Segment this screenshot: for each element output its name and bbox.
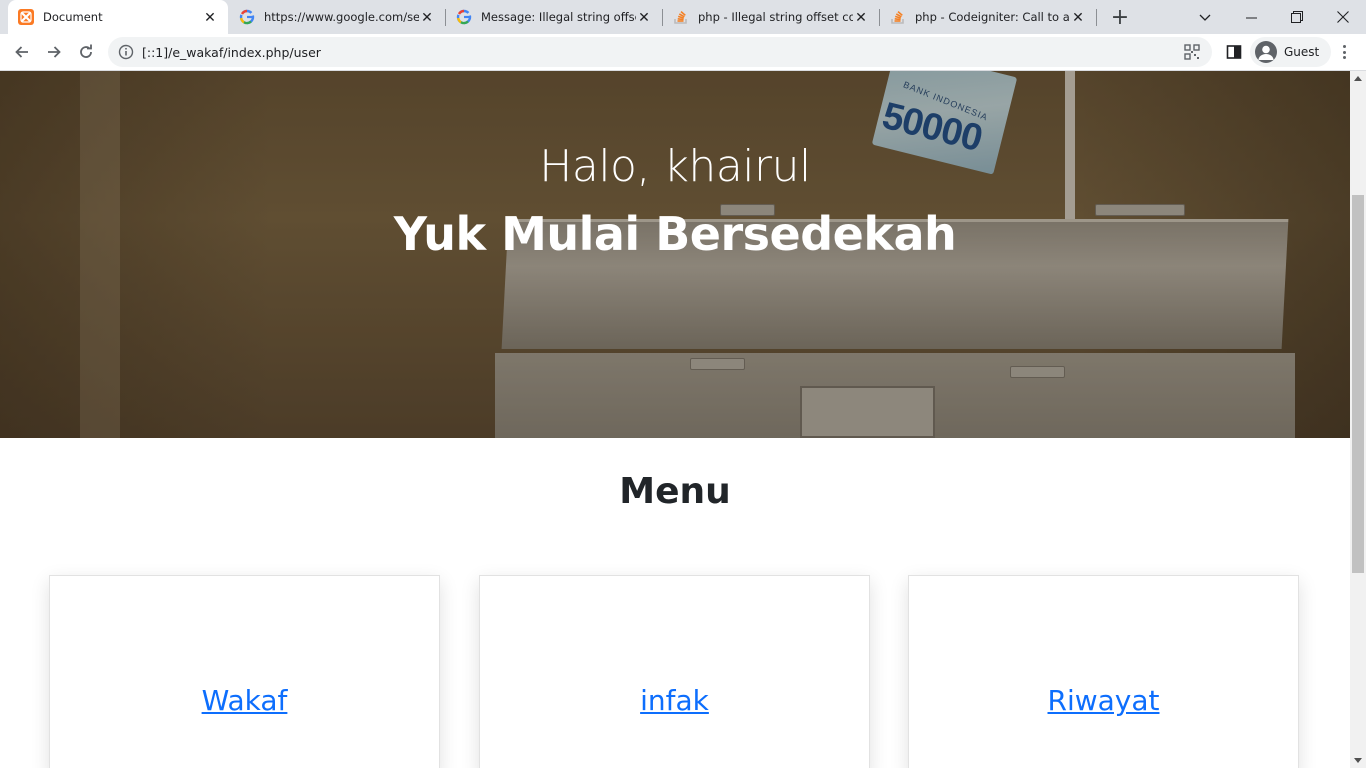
profile-button[interactable]: Guest xyxy=(1250,37,1332,67)
tab-title: Document xyxy=(43,10,103,24)
reload-button[interactable] xyxy=(72,38,100,66)
arrow-right-icon xyxy=(48,46,61,58)
tab-separator xyxy=(1096,9,1097,26)
chevron-down-icon xyxy=(1199,14,1211,21)
tab-php-codeigniter[interactable]: php - Codeigniter: Call to a m ✕ xyxy=(880,0,1096,34)
person-icon xyxy=(1258,45,1274,60)
tab-google-search[interactable]: https://www.google.com/sea ✕ xyxy=(229,0,445,34)
close-tab-icon[interactable]: ✕ xyxy=(853,9,869,25)
menu-card-infak: infak xyxy=(479,575,870,768)
avatar xyxy=(1255,41,1277,63)
page-scrollbar[interactable] xyxy=(1350,71,1366,768)
side-panel-icon[interactable] xyxy=(1226,44,1242,60)
close-window-button[interactable] xyxy=(1320,0,1366,34)
page-viewport: BANK INDONESIA 50000 Halo, khairul Yuk M… xyxy=(0,71,1350,768)
google-icon xyxy=(239,9,255,25)
new-tab-button[interactable]: + xyxy=(1108,5,1132,30)
scroll-down-arrow-icon[interactable] xyxy=(1354,758,1362,763)
hero-headline: Yuk Mulai Bersedekah xyxy=(393,207,957,261)
close-tab-icon[interactable]: ✕ xyxy=(419,9,435,25)
infak-link[interactable]: infak xyxy=(480,684,869,717)
xampp-icon xyxy=(18,9,34,25)
restore-button[interactable] xyxy=(1274,0,1320,34)
tab-title: php - Codeigniter: Call to a m xyxy=(915,10,1070,24)
tab-message-illegal[interactable]: Message: Illegal string offset ✕ xyxy=(446,0,662,34)
forward-button[interactable] xyxy=(40,38,68,66)
minimize-icon xyxy=(1245,17,1257,18)
back-button[interactable] xyxy=(8,38,36,66)
stackoverflow-icon xyxy=(890,9,906,25)
address-bar[interactable]: [::1]/e_wakaf/index.php/user xyxy=(108,37,1212,67)
restore-icon xyxy=(1291,11,1303,23)
hero-banner: BANK INDONESIA 50000 Halo, khairul Yuk M… xyxy=(0,71,1350,438)
scroll-up-arrow-icon[interactable] xyxy=(1354,76,1362,81)
tab-php-illegal[interactable]: php - Illegal string offset cod ✕ xyxy=(663,0,879,34)
stackoverflow-icon xyxy=(673,9,689,25)
address-text[interactable]: [::1]/e_wakaf/index.php/user xyxy=(142,45,321,60)
tab-document[interactable]: Document ✕ xyxy=(8,0,228,34)
close-tab-icon[interactable]: ✕ xyxy=(1070,9,1086,25)
google-icon xyxy=(456,9,472,25)
profile-label: Guest xyxy=(1284,45,1320,59)
menu-title: Menu xyxy=(619,471,731,512)
tab-title: php - Illegal string offset cod xyxy=(698,10,853,24)
info-icon[interactable] xyxy=(118,44,134,60)
close-tab-icon[interactable]: ✕ xyxy=(636,9,652,25)
menu-card-wakaf: Wakaf xyxy=(49,575,440,768)
more-menu-icon[interactable] xyxy=(1336,44,1352,60)
scrollbar-thumb[interactable] xyxy=(1352,195,1364,573)
arrow-left-icon xyxy=(15,46,28,58)
qr-code-icon[interactable] xyxy=(1184,44,1200,60)
hero-greeting: Halo, khairul xyxy=(539,141,811,192)
close-icon xyxy=(1337,11,1349,23)
tab-strip: Document ✕ https://www.google.com/sea ✕ … xyxy=(0,0,1366,34)
reload-icon xyxy=(80,44,92,58)
menu-card-riwayat: Riwayat xyxy=(908,575,1299,768)
riwayat-link[interactable]: Riwayat xyxy=(909,684,1298,717)
minimize-button[interactable] xyxy=(1228,0,1274,34)
wakaf-link[interactable]: Wakaf xyxy=(50,684,439,717)
tab-title: https://www.google.com/sea xyxy=(264,10,419,24)
close-tab-icon[interactable]: ✕ xyxy=(202,9,218,25)
tab-title: Message: Illegal string offset xyxy=(481,10,636,24)
tab-search-button[interactable] xyxy=(1182,0,1228,34)
browser-toolbar: [::1]/e_wakaf/index.php/user Guest xyxy=(0,34,1366,71)
